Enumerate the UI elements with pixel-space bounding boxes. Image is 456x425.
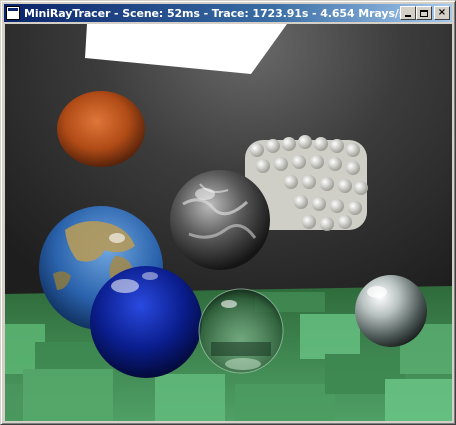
maximize-icon bbox=[420, 9, 428, 17]
title-bar[interactable]: MiniRayTracer - Scene: 52ms - Trace: 172… bbox=[4, 4, 452, 22]
minimize-button[interactable] bbox=[400, 6, 416, 20]
maximize-button[interactable] bbox=[416, 6, 432, 20]
minimize-icon bbox=[405, 15, 411, 17]
window-title: MiniRayTracer - Scene: 52ms - Trace: 172… bbox=[24, 6, 400, 20]
app-window-icon[interactable] bbox=[6, 6, 20, 20]
rendered-scene bbox=[5, 24, 452, 421]
glass-sphere bbox=[198, 288, 284, 374]
marble-sphere bbox=[170, 170, 270, 270]
app-window: MiniRayTracer - Scene: 52ms - Trace: 172… bbox=[0, 0, 456, 425]
render-canvas[interactable] bbox=[5, 24, 452, 421]
orange-sphere bbox=[57, 91, 145, 167]
blue-sphere bbox=[90, 266, 202, 378]
close-icon: × bbox=[437, 7, 447, 18]
window-controls: × bbox=[400, 6, 450, 20]
chrome-sphere bbox=[355, 275, 427, 347]
close-button[interactable]: × bbox=[434, 6, 450, 20]
